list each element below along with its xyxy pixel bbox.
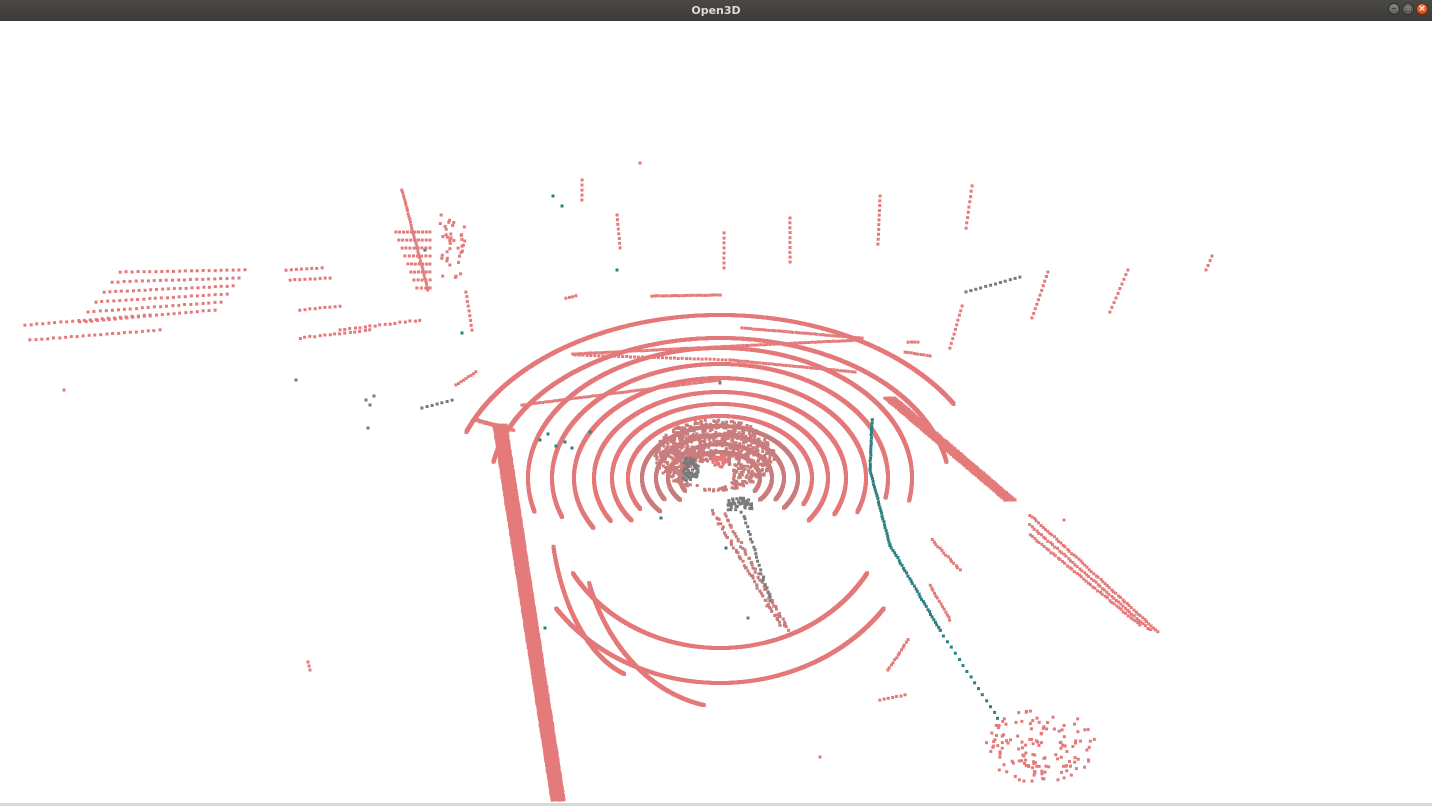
close-icon: × (1418, 3, 1426, 15)
minimize-icon: – (1392, 3, 1397, 15)
window-title: Open3D (691, 0, 740, 21)
minimize-button[interactable]: – (1388, 3, 1400, 15)
title-bar[interactable]: Open3D – □ × (0, 0, 1432, 21)
point-cloud-viewport[interactable] (0, 21, 1432, 803)
point-cloud-canvas[interactable] (0, 21, 1432, 803)
maximize-button[interactable]: □ (1402, 3, 1414, 15)
window-controls: – □ × (1388, 3, 1428, 15)
app-window: Open3D – □ × (0, 0, 1432, 806)
maximize-icon: □ (1404, 3, 1413, 15)
close-button[interactable]: × (1416, 3, 1428, 15)
point-cloud (23, 162, 1213, 802)
